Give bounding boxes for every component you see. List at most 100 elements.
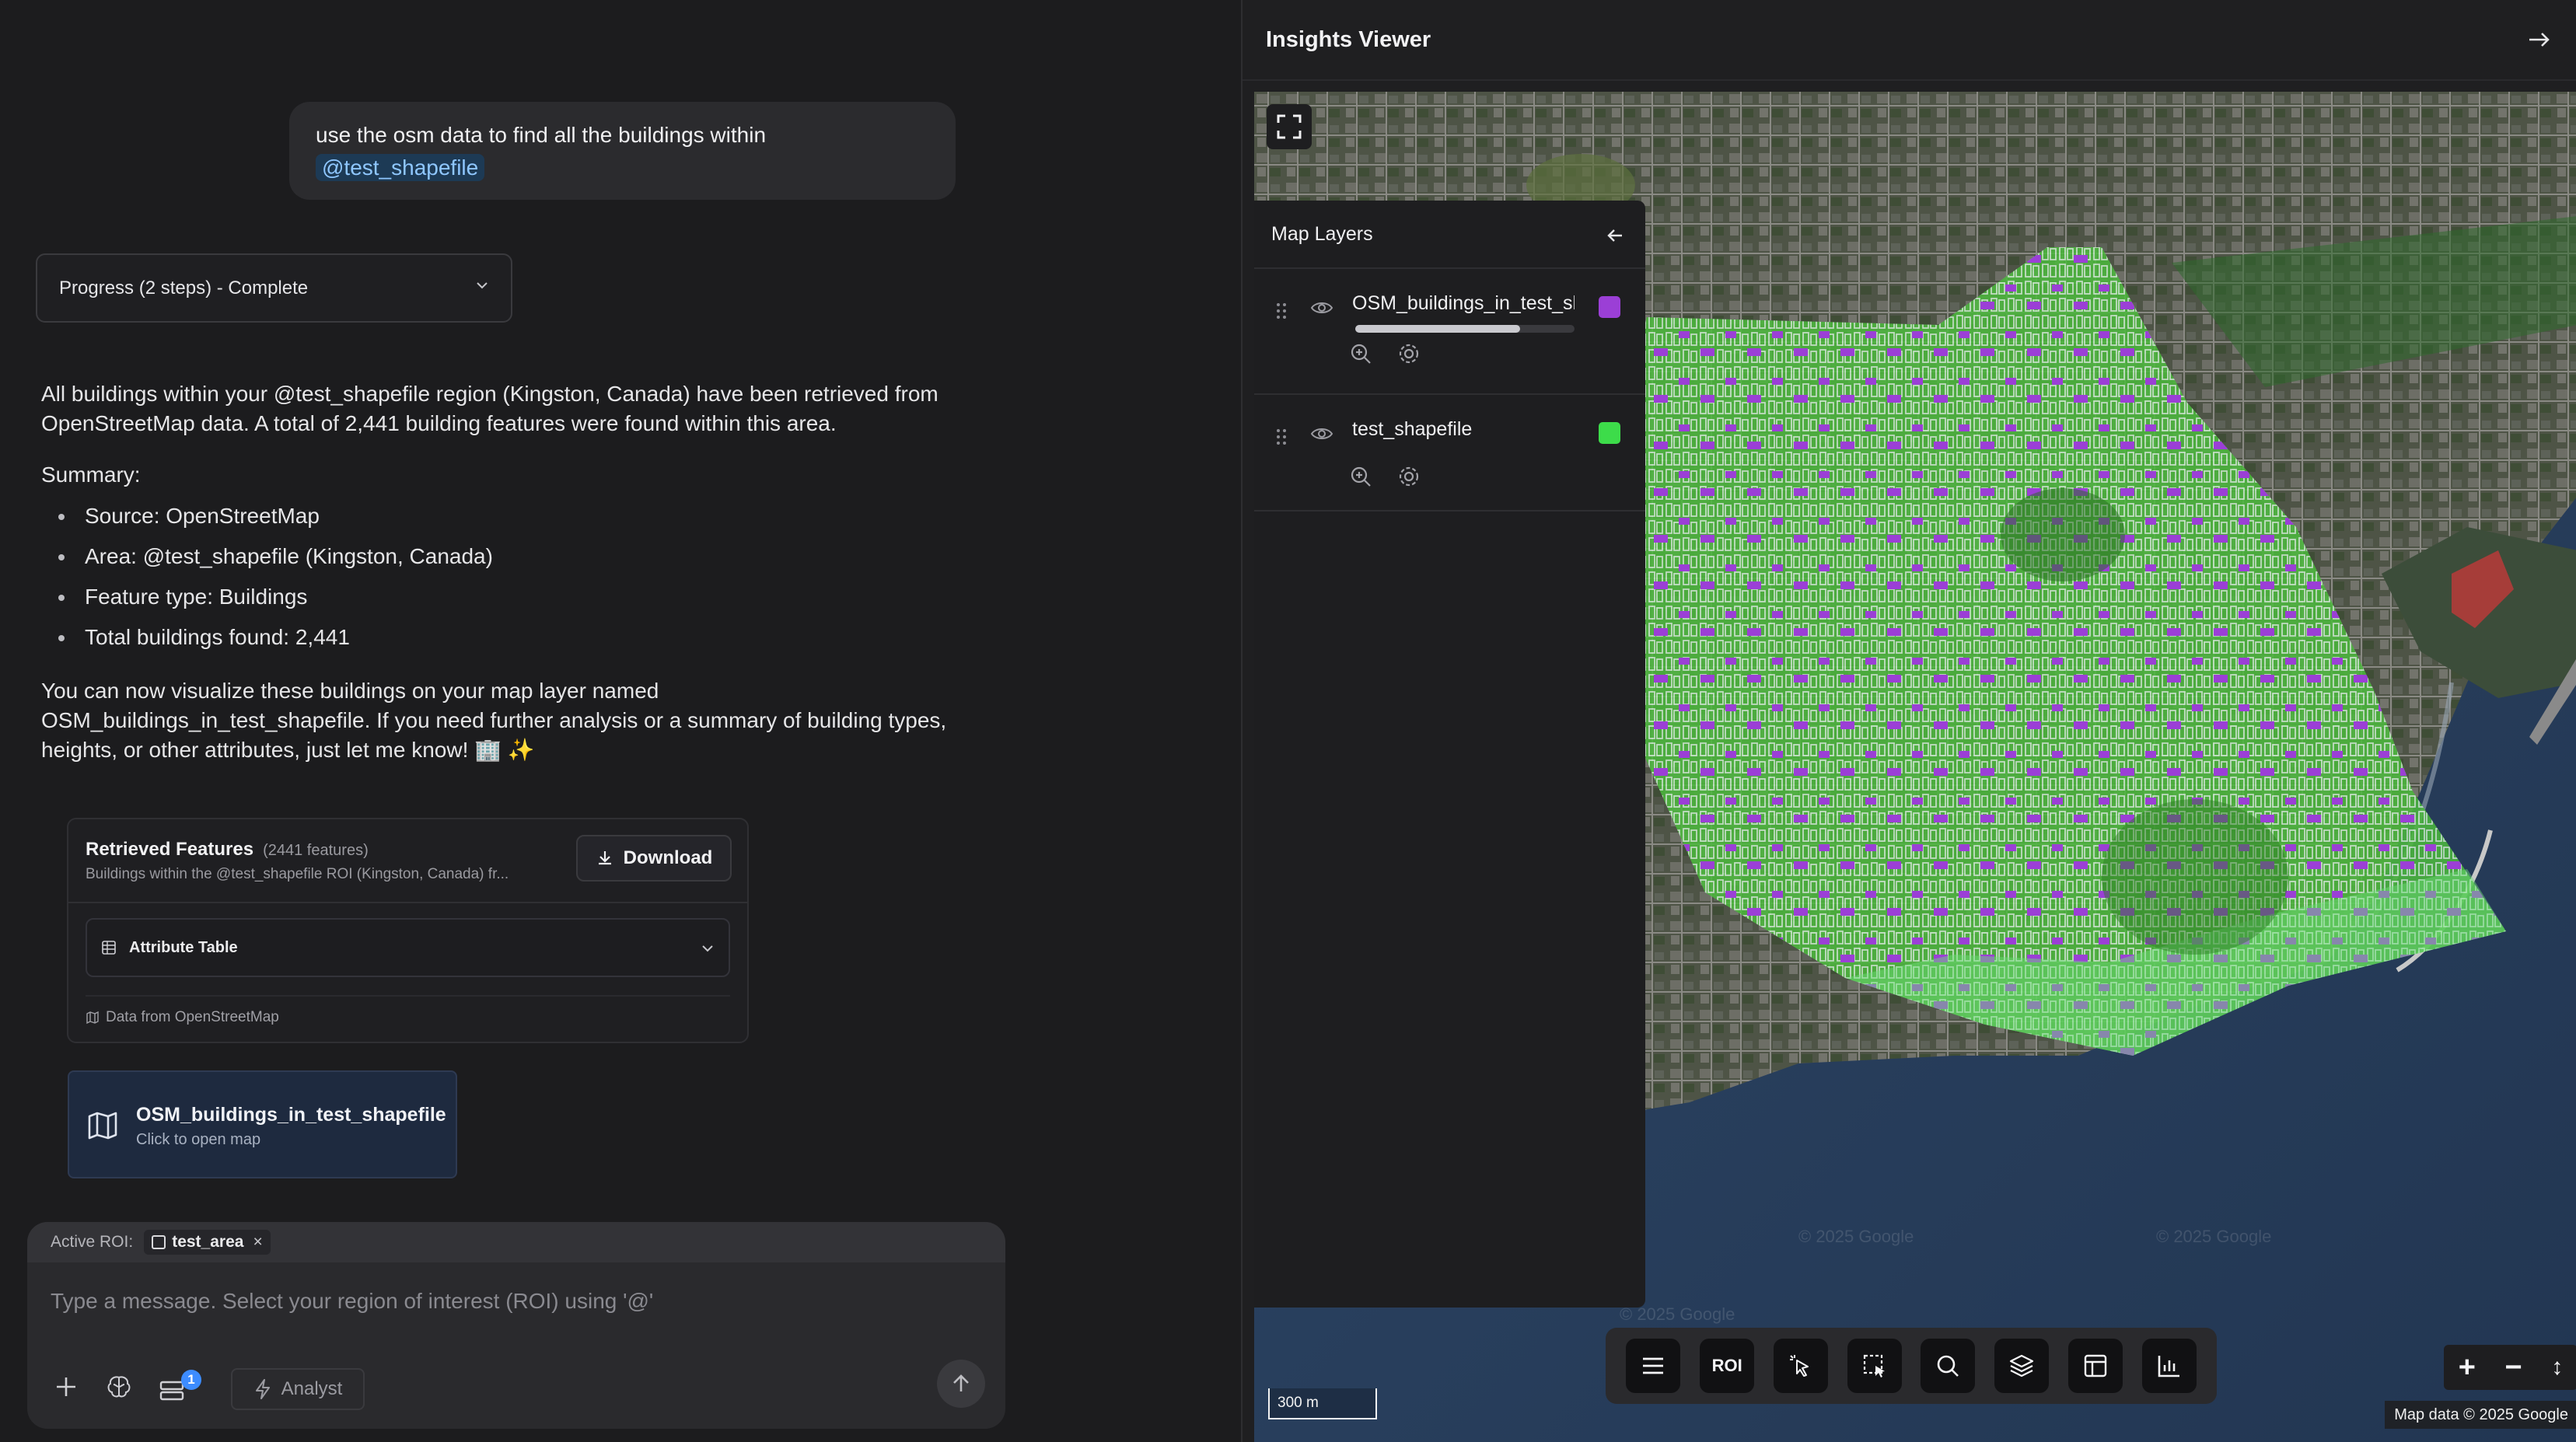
eye-icon[interactable] [1310, 426, 1333, 442]
layer-row: OSM_buildings_in_test_shapefile [1254, 269, 1645, 395]
zoom-out-button[interactable]: − [2505, 1351, 2522, 1384]
fullscreen-icon [1277, 114, 1302, 139]
progress-dropdown[interactable]: Progress (2 steps) - Complete [36, 253, 512, 323]
zoom-in-button[interactable]: + [2459, 1351, 2476, 1384]
roi-button-label: ROI [1711, 1356, 1742, 1375]
tools-count-badge: 1 [181, 1370, 201, 1390]
answer-closing: You can now visualize these buildings on… [41, 679, 947, 762]
drag-handle-icon[interactable] [1276, 428, 1287, 446]
eye-icon[interactable] [1310, 300, 1333, 316]
viewer-title: Insights Viewer [1266, 26, 1431, 52]
divider [68, 902, 747, 903]
features-description: Buildings within the @test_shapefile ROI… [86, 866, 509, 882]
map-link-name: OSM_buildings_in_test_shapefile [136, 1104, 446, 1126]
drag-handle-icon[interactable] [1276, 302, 1287, 320]
arrow-left-icon[interactable] [1606, 227, 1624, 244]
arrow-right-icon[interactable] [2526, 26, 2553, 53]
attribute-table-toggle[interactable]: Attribute Table [86, 918, 730, 977]
active-roi-label: Active ROI: [51, 1233, 134, 1251]
answer-summary-heading: Summary: [41, 463, 141, 487]
divider [86, 995, 730, 997]
viewer-header: Insights Viewer [1243, 0, 2576, 81]
scale-bar: 300 m [1268, 1388, 1377, 1419]
plus-icon [57, 1377, 75, 1396]
layers-button[interactable] [1994, 1339, 2050, 1393]
download-icon [598, 851, 611, 865]
zoom-to-layer-icon[interactable] [1349, 342, 1372, 365]
search-icon [1938, 1355, 1959, 1377]
brain-button[interactable] [102, 1370, 136, 1404]
box-select-button[interactable] [1847, 1339, 1902, 1393]
chevron-down-icon [702, 945, 713, 952]
roi-chip-label: test_area [172, 1233, 244, 1251]
layer-opacity-slider[interactable] [1355, 325, 1575, 333]
map-layers-header: Map Layers [1254, 201, 1645, 269]
compass-button[interactable]: ↕ [2551, 1354, 2563, 1381]
features-source-label: Data from OpenStreetMap [106, 1009, 279, 1025]
roi-chip[interactable]: test_area × [144, 1230, 271, 1255]
pointer-tool-button[interactable] [1773, 1339, 1828, 1393]
map-link-subtitle: Click to open map [136, 1131, 261, 1148]
features-card-title: Retrieved Features (2441 features) [86, 839, 369, 861]
assistant-answer: All buildings within your @test_shapefil… [41, 379, 974, 787]
map-canvas[interactable]: © 2025 Google © 2025 Google © 2025 Googl… [1254, 92, 2576, 1442]
user-message-text: use the osm data to find all the buildin… [316, 123, 767, 147]
map-icon [86, 1011, 99, 1025]
progress-label: Progress (2 steps) - Complete [59, 277, 309, 299]
send-button[interactable] [937, 1360, 985, 1408]
roi-button[interactable]: ROI [1700, 1339, 1755, 1393]
layer-name: test_shapefile [1352, 418, 1473, 440]
layer-opacity-fill [1355, 325, 1520, 333]
map-watermark: © 2025 Google [2156, 1227, 2271, 1246]
user-message-mention[interactable]: @test_shapefile [316, 154, 485, 181]
features-title-text: Retrieved Features [86, 839, 254, 860]
layer-color-swatch[interactable] [1599, 422, 1620, 444]
close-icon[interactable]: × [253, 1233, 262, 1252]
menu-icon [1643, 1357, 1664, 1374]
list-item: Total buildings found: 2,441 [41, 617, 974, 658]
message-composer: Active ROI: test_area × 1 Analyst [27, 1222, 1005, 1429]
table-icon [2084, 1354, 2107, 1377]
download-button[interactable]: Download [576, 835, 732, 882]
features-source: Data from OpenStreetMap [86, 1009, 279, 1026]
add-button[interactable] [49, 1370, 83, 1404]
bar-chart-icon [2158, 1356, 2179, 1377]
select-box-icon [1863, 1354, 1885, 1377]
map-watermark: © 2025 Google [1798, 1227, 1914, 1246]
chevron-down-icon [477, 282, 488, 289]
answer-bullets: Source: OpenStreetMap Area: @test_shapef… [41, 496, 974, 658]
layer-row: test_shapefile [1254, 395, 1645, 512]
chart-button[interactable] [2141, 1339, 2197, 1393]
message-input[interactable] [51, 1289, 968, 1314]
attribute-table-label: Attribute Table [129, 938, 238, 956]
gear-icon[interactable] [1397, 465, 1421, 488]
layer-color-swatch[interactable] [1599, 296, 1620, 318]
open-map-card[interactable]: OSM_buildings_in_test_shapefile Click to… [68, 1070, 457, 1178]
zoom-to-layer-icon[interactable] [1349, 465, 1372, 488]
search-button[interactable] [1921, 1339, 1976, 1393]
map-icon [88, 1112, 117, 1140]
mode-label: Analyst [281, 1378, 343, 1399]
layer-name: OSM_buildings_in_test_shapefile [1352, 292, 1575, 314]
user-message-bubble: use the osm data to find all the buildin… [289, 102, 956, 200]
table-button[interactable] [2067, 1339, 2123, 1393]
active-roi-bar: Active ROI: test_area × [27, 1222, 1005, 1262]
menu-button[interactable] [1626, 1339, 1681, 1393]
gear-icon[interactable] [1397, 342, 1421, 365]
brain-icon [107, 1376, 131, 1398]
map-layers-panel: Map Layers OSM_buildings_in_test_shapefi… [1254, 201, 1645, 1308]
map-attribution: Map data © 2025 Google [2385, 1401, 2576, 1429]
fullscreen-button[interactable] [1267, 104, 1312, 149]
zoom-controls: + − ↕ [2444, 1345, 2576, 1390]
list-item: Source: OpenStreetMap [41, 496, 974, 536]
download-label: Download [623, 847, 713, 868]
map-toolbar: ROI [1606, 1328, 2217, 1404]
retrieved-features-card: Retrieved Features (2441 features) Buildi… [67, 818, 749, 1043]
features-count: (2441 features) [263, 842, 369, 859]
table-icon [102, 941, 116, 955]
arrow-up-icon [953, 1374, 969, 1391]
mode-selector-button[interactable]: Analyst [231, 1368, 365, 1410]
layers-icon [2010, 1354, 2034, 1377]
list-item: Feature type: Buildings [41, 577, 974, 617]
square-icon [152, 1235, 166, 1249]
